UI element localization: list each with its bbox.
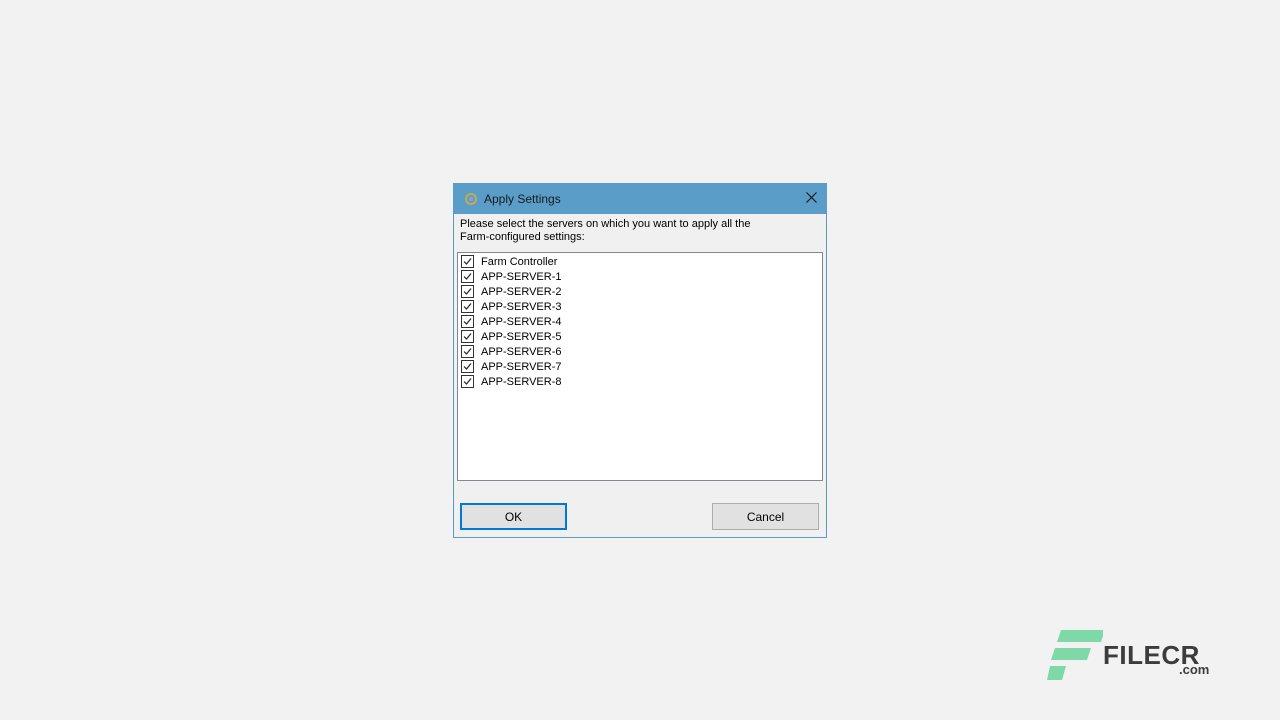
server-label: APP-SERVER-3 bbox=[481, 300, 562, 313]
server-label: APP-SERVER-2 bbox=[481, 285, 562, 298]
close-icon bbox=[805, 190, 817, 208]
server-label: APP-SERVER-5 bbox=[481, 330, 562, 343]
server-list-item[interactable]: APP-SERVER-1 bbox=[458, 269, 822, 284]
server-list-item[interactable]: APP-SERVER-3 bbox=[458, 299, 822, 314]
checkmark-icon bbox=[463, 288, 472, 295]
filecr-watermark: FILECR .com bbox=[1047, 628, 1217, 684]
server-list-item[interactable]: APP-SERVER-4 bbox=[458, 314, 822, 329]
server-checkbox[interactable] bbox=[461, 345, 474, 358]
server-label: APP-SERVER-7 bbox=[481, 360, 562, 373]
checkmark-icon bbox=[463, 378, 472, 385]
server-label: APP-SERVER-4 bbox=[481, 315, 562, 328]
server-checkbox[interactable] bbox=[461, 270, 474, 283]
apply-settings-dialog: Apply Settings Please select the servers… bbox=[453, 183, 827, 538]
instructions-text: Please select the servers on which you w… bbox=[460, 218, 751, 243]
watermark-suffix: .com bbox=[1179, 662, 1210, 677]
ok-button[interactable]: OK bbox=[460, 503, 567, 530]
checkmark-icon bbox=[463, 363, 472, 370]
server-list-item[interactable]: APP-SERVER-5 bbox=[458, 329, 822, 344]
server-list-item[interactable]: APP-SERVER-6 bbox=[458, 344, 822, 359]
checkmark-icon bbox=[463, 318, 472, 325]
checkmark-icon bbox=[463, 333, 472, 340]
server-list-item[interactable]: APP-SERVER-8 bbox=[458, 374, 822, 389]
server-label: APP-SERVER-6 bbox=[481, 345, 562, 358]
title-bar[interactable]: Apply Settings bbox=[454, 184, 826, 214]
filecr-logo-icon bbox=[1047, 630, 1103, 680]
dialog-title: Apply Settings bbox=[484, 192, 561, 206]
server-label: APP-SERVER-8 bbox=[481, 375, 562, 388]
server-checkbox[interactable] bbox=[461, 375, 474, 388]
server-checkbox[interactable] bbox=[461, 255, 474, 268]
app-gear-icon bbox=[463, 191, 479, 207]
server-list-item[interactable]: APP-SERVER-7 bbox=[458, 359, 822, 374]
server-list-item[interactable]: Farm Controller bbox=[458, 254, 822, 269]
checkmark-icon bbox=[463, 348, 472, 355]
server-checkbox[interactable] bbox=[461, 315, 474, 328]
close-button[interactable] bbox=[796, 184, 826, 214]
server-checkbox[interactable] bbox=[461, 360, 474, 373]
server-label: APP-SERVER-1 bbox=[481, 270, 562, 283]
server-checkbox[interactable] bbox=[461, 285, 474, 298]
cancel-button[interactable]: Cancel bbox=[712, 503, 819, 530]
server-checkbox[interactable] bbox=[461, 330, 474, 343]
checkmark-icon bbox=[463, 273, 472, 280]
checkmark-icon bbox=[463, 303, 472, 310]
server-list-item[interactable]: APP-SERVER-2 bbox=[458, 284, 822, 299]
server-checkbox[interactable] bbox=[461, 300, 474, 313]
server-label: Farm Controller bbox=[481, 255, 558, 268]
checkmark-icon bbox=[463, 258, 472, 265]
server-checklist[interactable]: Farm Controller APP-SERVER-1 APP-SERVER-2 A… bbox=[457, 252, 823, 481]
